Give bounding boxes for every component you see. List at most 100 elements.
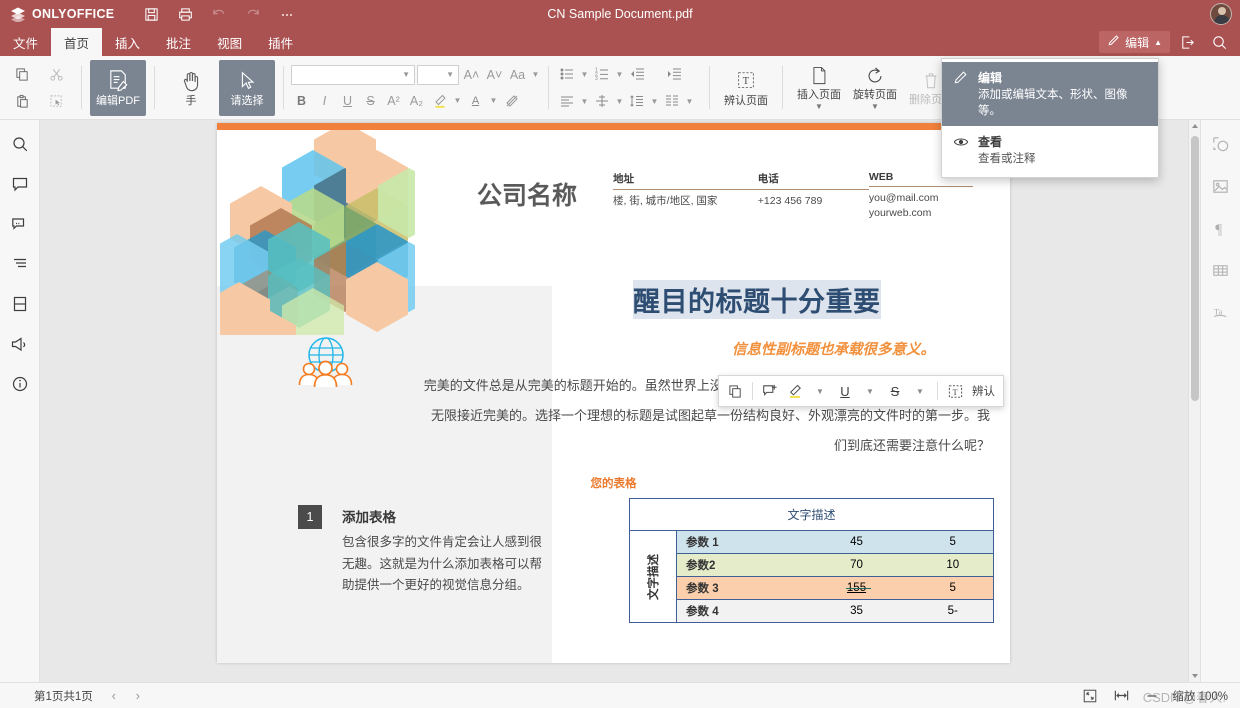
- tab-home[interactable]: 首页: [51, 28, 102, 56]
- paragraph-settings-icon[interactable]: ¶: [1206, 213, 1236, 243]
- highlight-color-icon[interactable]: [429, 90, 450, 111]
- table-cell-value1[interactable]: 45: [801, 531, 913, 554]
- select-all-icon[interactable]: [43, 89, 69, 113]
- tab-comment[interactable]: 批注: [153, 28, 204, 56]
- columns-icon[interactable]: [661, 91, 683, 112]
- rotate-page-button[interactable]: 旋转页面 ▼: [847, 60, 903, 116]
- highlight-chevron-down-icon[interactable]: ▼: [452, 96, 463, 105]
- cut-icon[interactable]: [43, 62, 69, 86]
- font-size-input[interactable]: ▼: [417, 65, 459, 85]
- highlight-chevron-down-icon[interactable]: ▼: [808, 379, 832, 403]
- tab-insert[interactable]: 插入: [102, 28, 153, 56]
- tab-plugins[interactable]: 插件: [255, 28, 306, 56]
- font-color-chevron-down-icon[interactable]: ▼: [488, 96, 499, 105]
- list-item-body[interactable]: 包含很多字的文件肯定会让人感到很无趣。这就是为什么添加表格可以帮助提供一个更好的…: [342, 532, 552, 597]
- save-icon[interactable]: [136, 2, 166, 26]
- bullet-list-icon[interactable]: [556, 64, 578, 85]
- about-panel-icon[interactable]: [5, 369, 35, 399]
- strikethrough-icon[interactable]: S: [360, 90, 381, 111]
- table-cell-label[interactable]: 参数 3: [677, 577, 801, 600]
- vertical-align-icon[interactable]: [591, 91, 613, 112]
- font-color-icon[interactable]: A: [465, 90, 486, 111]
- paste-icon[interactable]: [9, 89, 35, 113]
- numbered-list-icon[interactable]: 123: [591, 64, 613, 85]
- document-canvas[interactable]: 公司名称 地址 楼, 街, 城市/地区, 国家 电话 +123 456 789 …: [40, 120, 1200, 682]
- shape-settings-icon[interactable]: [1206, 129, 1236, 159]
- text-art-settings-icon[interactable]: Ta: [1206, 297, 1236, 327]
- line-spacing-icon[interactable]: [626, 91, 648, 112]
- search-panel-icon[interactable]: [5, 129, 35, 159]
- align-chevron-down-icon[interactable]: ▼: [579, 97, 590, 106]
- image-settings-icon[interactable]: [1206, 171, 1236, 201]
- table-cell-value1[interactable]: 70: [801, 554, 913, 577]
- more-icon[interactable]: [272, 2, 302, 26]
- table-row[interactable]: 参数 4 35 5-: [630, 600, 994, 623]
- zoom-level[interactable]: 缩放 100%: [1172, 688, 1228, 704]
- table-row[interactable]: 参数2 70 10: [630, 554, 994, 577]
- table-cell-label[interactable]: 参数2: [677, 554, 801, 577]
- vertical-align-chevron-down-icon[interactable]: ▼: [614, 97, 625, 106]
- underline-chevron-down-icon[interactable]: ▼: [858, 379, 882, 403]
- copy-icon[interactable]: [723, 379, 747, 403]
- table-row[interactable]: 参数 3 155 5: [630, 577, 994, 600]
- table-cell-value1[interactable]: 155: [801, 577, 913, 600]
- table-cell-label[interactable]: 参数 1: [677, 531, 801, 554]
- recognize-page-button[interactable]: T 辨认页面: [718, 60, 774, 116]
- decrease-indent-icon[interactable]: [626, 64, 648, 85]
- document-table-wrapper[interactable]: 文字描述 文字描述 参数 1 45 5 参数2 70 10: [629, 498, 994, 623]
- tab-file[interactable]: 文件: [0, 28, 51, 56]
- recognize-label[interactable]: 辨认: [968, 383, 999, 399]
- open-file-location-icon[interactable]: [1172, 30, 1202, 54]
- annotated-value[interactable]: 155: [847, 582, 866, 594]
- superscript-icon[interactable]: A²: [383, 90, 404, 111]
- chat-panel-icon[interactable]: [5, 209, 35, 239]
- increase-font-icon[interactable]: A˄: [461, 64, 482, 85]
- copy-icon[interactable]: [9, 62, 35, 86]
- bold-icon[interactable]: B: [291, 90, 312, 111]
- search-icon[interactable]: [1204, 30, 1234, 54]
- fit-width-icon[interactable]: [1110, 686, 1132, 706]
- thumbnails-panel-icon[interactable]: [5, 289, 35, 319]
- redo-icon[interactable]: [238, 2, 268, 26]
- decrease-font-icon[interactable]: A˅: [484, 64, 505, 85]
- change-case-chevron-down-icon[interactable]: ▼: [530, 70, 541, 79]
- brand-logo[interactable]: ONLYOFFICE: [0, 6, 114, 22]
- table-cell-label[interactable]: 参数 4: [677, 600, 801, 623]
- chevron-down-icon[interactable]: ▼: [871, 103, 879, 110]
- mode-item-edit[interactable]: 编辑 添加或编辑文本、形状、图像等。: [942, 62, 1158, 126]
- edit-pdf-button[interactable]: 编辑PDF: [90, 60, 146, 116]
- subscript-icon[interactable]: A₂: [406, 90, 427, 111]
- table-cell-value1[interactable]: 35: [801, 600, 913, 623]
- scrollbar-thumb[interactable]: [1191, 136, 1199, 401]
- table-cell-value2[interactable]: 5: [913, 531, 994, 554]
- numbered-list-chevron-down-icon[interactable]: ▼: [614, 70, 625, 79]
- font-name-input[interactable]: ▼: [291, 65, 415, 85]
- comments-panel-icon[interactable]: [5, 169, 35, 199]
- columns-chevron-down-icon[interactable]: ▼: [684, 97, 695, 106]
- zoom-out-icon[interactable]: [1141, 686, 1163, 706]
- underline-icon[interactable]: U: [337, 90, 358, 111]
- document-subheading[interactable]: 信息性副标题也承载很多意义。: [732, 338, 935, 359]
- strikethrough-icon[interactable]: S: [883, 379, 907, 403]
- scroll-up-arrow-icon[interactable]: [1189, 120, 1200, 132]
- clear-style-icon[interactable]: [501, 90, 522, 111]
- feedback-panel-icon[interactable]: [5, 329, 35, 359]
- change-case-icon[interactable]: Aa: [507, 64, 528, 85]
- add-comment-icon[interactable]: [758, 379, 782, 403]
- italic-icon[interactable]: I: [314, 90, 335, 111]
- table-row[interactable]: 文字描述 参数 1 45 5: [630, 531, 994, 554]
- list-item-title[interactable]: 添加表格: [342, 506, 396, 526]
- recognize-icon[interactable]: T: [943, 379, 967, 403]
- vertical-scrollbar[interactable]: [1188, 120, 1200, 682]
- mode-item-view[interactable]: 查看 查看或注释: [942, 126, 1158, 174]
- headings-panel-icon[interactable]: [5, 249, 35, 279]
- table-cell-value2[interactable]: 5: [913, 577, 994, 600]
- select-tool-button[interactable]: 请选择: [219, 60, 275, 116]
- table-cell-value2[interactable]: 5-: [913, 600, 994, 623]
- strikethrough-chevron-down-icon[interactable]: ▼: [908, 379, 932, 403]
- hand-tool-button[interactable]: 手: [163, 60, 219, 116]
- tab-view[interactable]: 视图: [204, 28, 255, 56]
- print-icon[interactable]: [170, 2, 200, 26]
- undo-icon[interactable]: [204, 2, 234, 26]
- document-heading[interactable]: 醒目的标题十分重要: [633, 280, 881, 319]
